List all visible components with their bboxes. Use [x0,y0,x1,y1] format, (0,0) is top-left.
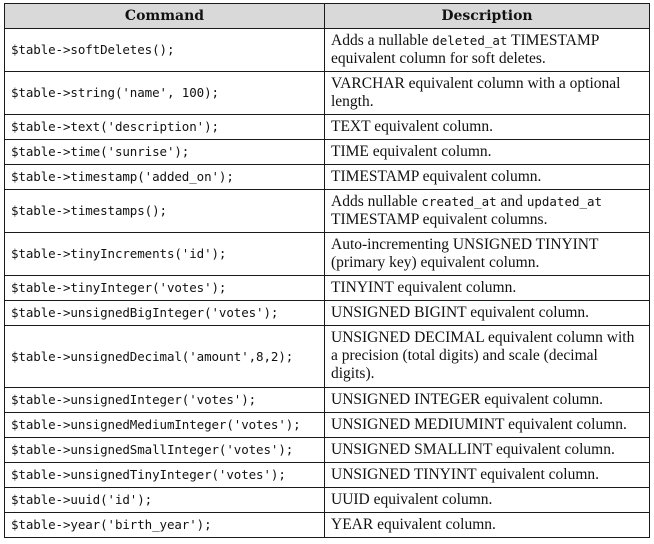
description-text: VARCHAR equivalent column with a optiona… [331,74,621,110]
description-text: UNSIGNED DECIMAL equivalent column with … [331,329,635,382]
description-cell: TINYINT equivalent column. [324,275,650,301]
table-row: $table->unsignedInteger('votes'); UNSIGNE… [4,387,650,413]
description-text: UUID equivalent column. [331,490,493,508]
description-text: TIMESTAMP equivalent column. [331,167,542,185]
command-cell: $table->timestamp('added_on'); [4,164,325,190]
command-cell: $table->tinyInteger('votes'); [4,275,325,301]
description-text: UNSIGNED TINYINT equivalent column. [331,465,600,483]
description-cell: TIME equivalent column. [324,139,650,165]
header-row: Command Description [4,3,650,29]
table-row: $table->tinyInteger('votes'); TINYINT equ… [4,275,650,301]
table-row: $table->time('sunrise'); TIME equivalent … [4,139,650,165]
command-cell: $table->unsignedInteger('votes'); [4,387,325,413]
description-cell: UNSIGNED INTEGER equivalent column. [324,387,650,413]
table-row: $table->timestamps(); Adds nullable creat… [4,189,650,233]
description-text: Adds a nullable [331,31,433,49]
description-text: TEXT equivalent column. [331,117,493,135]
description-cell: Adds nullable created_at and updated_at … [324,189,650,233]
command-cell: $table->unsignedSmallInteger('votes'); [4,437,325,463]
command-cell: $table->unsignedBigInteger('votes'); [4,300,325,326]
table-row: $table->uuid('id'); UUID equivalent colum… [4,487,650,513]
description-cell: Adds a nullable deleted_at TIMESTAMP equ… [324,28,650,72]
description-text: TINYINT equivalent column. [331,278,517,296]
description-text: Auto-incrementing UNSIGNED TINYINT (prim… [331,235,599,271]
description-cell: TIMESTAMP equivalent column. [324,164,650,190]
command-cell: $table->time('sunrise'); [4,139,325,165]
command-cell: $table->uuid('id'); [4,487,325,513]
command-cell: $table->softDeletes(); [4,28,325,72]
description-text: UNSIGNED INTEGER equivalent column. [331,390,604,408]
description-cell: YEAR equivalent column. [324,512,650,538]
table-row: $table->year('birth_year'); YEAR equivale… [4,512,650,538]
table-row: $table->text('description'); TEXT equival… [4,114,650,140]
description-cell: UNSIGNED MEDIUMINT equivalent column. [324,412,650,438]
command-cell: $table->year('birth_year'); [4,512,325,538]
table-row: $table->timestamp('added_on'); TIMESTAMP … [4,164,650,190]
description-text: TIMESTAMP equivalent columns. [331,210,548,228]
description-cell: Auto-incrementing UNSIGNED TINYINT (prim… [324,232,650,276]
command-cell: $table->tinyIncrements('id'); [4,232,325,276]
description-cell: TEXT equivalent column. [324,114,650,140]
description-text: UNSIGNED SMALLINT equivalent column. [331,440,615,458]
table-row: $table->unsignedSmallInteger('votes'); UN… [4,437,650,463]
description-cell: UNSIGNED BIGINT equivalent column. [324,300,650,326]
table-row: $table->string('name', 100); VARCHAR equi… [4,71,650,115]
table-row: $table->unsignedBigInteger('votes'); UNSI… [4,300,650,326]
inline-code: deleted_at [432,32,508,48]
table-body: $table->softDeletes(); Adds a nullable de… [4,28,650,538]
description-cell: UNSIGNED SMALLINT equivalent column. [324,437,650,463]
description-text: UNSIGNED BIGINT equivalent column. [331,303,590,321]
description-text: TIME equivalent column. [331,142,492,160]
description-cell: UNSIGNED TINYINT equivalent column. [324,462,650,488]
commands-table: Command Description $table->softDeletes(… [4,3,650,538]
description-text: UNSIGNED MEDIUMINT equivalent column. [331,415,627,433]
description-cell: UUID equivalent column. [324,487,650,513]
command-cell: $table->unsignedDecimal('amount',8,2); [4,325,325,388]
description-cell: UNSIGNED DECIMAL equivalent column with … [324,325,650,388]
command-cell: $table->timestamps(); [4,189,325,233]
command-cell: $table->string('name', 100); [4,71,325,115]
description-column-header: Description [324,3,650,29]
command-cell: $table->unsignedTinyInteger('votes'); [4,462,325,488]
description-text: YEAR equivalent column. [331,515,496,533]
inline-code: updated_at [526,193,603,209]
description-text: Adds nullable [331,192,422,210]
command-cell: $table->text('description'); [4,114,325,140]
document-page: Command Description $table->softDeletes(… [4,3,650,538]
inline-code: created_at [421,193,497,209]
description-cell: VARCHAR equivalent column with a optiona… [324,71,650,115]
description-text: and [496,192,527,210]
command-cell: $table->unsignedMediumInteger('votes'); [4,412,325,438]
table-row: $table->tinyIncrements('id'); Auto-increm… [4,232,650,276]
table-row: $table->unsignedMediumInteger('votes'); U… [4,412,650,438]
table-row: $table->softDeletes(); Adds a nullable de… [4,28,650,72]
table-row: $table->unsignedDecimal('amount',8,2); UN… [4,325,650,388]
command-column-header: Command [4,3,325,29]
table-row: $table->unsignedTinyInteger('votes'); UNS… [4,462,650,488]
